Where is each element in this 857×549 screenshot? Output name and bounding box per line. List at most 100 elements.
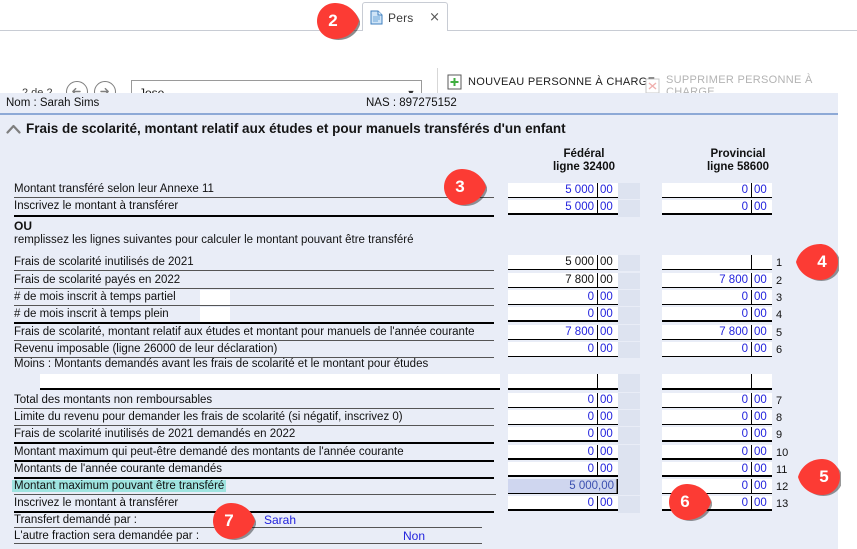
federal-input[interactable]: 0 00: [508, 342, 618, 357]
delete-document-icon: [645, 78, 660, 94]
row-rule: [14, 425, 494, 426]
row-label: Frais de scolarité, montant relatif aux …: [14, 326, 475, 338]
provincial-input[interactable]: 0 00: [662, 393, 772, 408]
provincial-input[interactable]: 0 00: [662, 200, 772, 215]
federal-dollars: 0: [508, 342, 598, 356]
months-box[interactable]: [200, 307, 230, 322]
row-number: 3: [776, 292, 783, 304]
federal-dollars: 0: [508, 307, 598, 320]
federal-dollars: 7 800: [508, 273, 598, 287]
row-label: # de mois inscrit à temps partiel: [14, 291, 176, 303]
provincial-cents: 00: [754, 428, 767, 440]
federal-cents: 00: [600, 274, 613, 286]
federal-dollars: 5 000: [508, 200, 598, 213]
marker-badge-3-label: 3: [455, 177, 465, 196]
federal-input[interactable]: 5 000 00: [508, 255, 618, 270]
row-label: Frais de scolarité inutilisés de 2021: [14, 256, 194, 268]
provincial-dollars: 0: [662, 445, 752, 458]
row-rule: [14, 305, 494, 306]
section-title[interactable]: Frais de scolarité, montant relatif aux …: [6, 121, 566, 136]
row-label: Frais de scolarité inutilisés de 2021 de…: [14, 428, 296, 440]
federal-input[interactable]: 5 000 00: [508, 200, 618, 215]
provincial-cents: 00: [754, 308, 767, 320]
row-label-text: Montant maximum pouvant être transféré: [12, 480, 227, 492]
row-number: 8: [776, 412, 783, 424]
row-label: Inscrivez le montant à transférer: [14, 497, 179, 509]
row-number: 4: [776, 309, 783, 321]
federal-cents: 00: [600, 201, 613, 213]
federal-input[interactable]: 0 00: [508, 496, 618, 511]
federal-input[interactable]: 0 00: [508, 290, 618, 305]
column-gap: [618, 445, 640, 462]
other-fraction-value[interactable]: Non: [403, 529, 425, 543]
provincial-input[interactable]: 0 00: [662, 307, 772, 322]
federal-input[interactable]: 0 00: [508, 410, 618, 425]
column-gap: [618, 273, 640, 289]
row-rule: [14, 442, 494, 444]
federal-input[interactable]: 0 00: [508, 393, 618, 408]
provincial-input[interactable]: 0 00: [662, 462, 772, 477]
tab-pers[interactable]: Pers ×: [362, 2, 448, 32]
moins-federal-blank[interactable]: [508, 374, 618, 390]
federal-input[interactable]: 0 00: [508, 307, 618, 322]
provincial-input[interactable]: [662, 255, 772, 270]
provincial-cents: 00: [754, 184, 767, 196]
row-rule: [14, 270, 494, 271]
federal-input[interactable]: 0 00: [508, 445, 618, 460]
row-number: 7: [776, 395, 783, 407]
federal-cents: 00: [600, 308, 613, 320]
provincial-input[interactable]: 0 00: [662, 342, 772, 357]
federal-input[interactable]: 0 00: [508, 462, 618, 477]
provincial-input[interactable]: 0 00: [662, 445, 772, 460]
federal-dollars: 0: [508, 290, 598, 304]
provincial-cents: 00: [754, 326, 767, 338]
federal-cents: 00: [600, 446, 613, 458]
months-box[interactable]: [200, 290, 230, 305]
federal-dollars: 0: [508, 496, 598, 509]
new-dependant-button[interactable]: NOUVEAU PERSONNE À CHARGE: [447, 74, 655, 90]
provincial-input[interactable]: 0 00: [662, 427, 772, 442]
federal-input[interactable]: 0 00: [508, 427, 618, 442]
federal-input[interactable]: 7 800 00: [508, 325, 618, 340]
federal-input[interactable]: 5 000 00: [508, 183, 618, 198]
column-gap: [618, 427, 640, 444]
row-label: Montant maximum pouvant être transféré: [12, 480, 227, 492]
federal-dollars: 5 000: [508, 255, 598, 269]
column-gap: [618, 255, 640, 271]
row-rule: [14, 543, 482, 544]
taxpayer-name: Nom : Sarah Sims: [6, 97, 100, 109]
federal-input[interactable]: 5 000,00: [508, 479, 618, 494]
provincial-input[interactable]: 0 00: [662, 290, 772, 305]
provincial-cents: 00: [754, 291, 767, 303]
row-number: 5: [776, 327, 783, 339]
federal-cents: 00: [600, 394, 613, 406]
row-number: 6: [776, 344, 783, 356]
federal-cents: 00: [600, 256, 613, 268]
row-rule: [14, 494, 496, 495]
moins-blank-input[interactable]: [40, 374, 500, 390]
federal-input[interactable]: 7 800 00: [508, 273, 618, 288]
provincial-input[interactable]: 0 00: [662, 183, 772, 198]
federal-cents: 00: [600, 428, 613, 440]
provincial-cents: 00: [754, 343, 767, 355]
transfer-claimant-value[interactable]: Sarah: [264, 513, 296, 527]
federal-cents: 00: [600, 497, 613, 509]
provincial-input[interactable]: 7 800 00: [662, 325, 772, 340]
column-header-provincial: Provincial ligne 58600: [662, 148, 814, 174]
row-number: 11: [776, 464, 788, 476]
column-gap: [618, 342, 640, 358]
row-rule: [14, 197, 494, 198]
provincial-input[interactable]: 7 800 00: [662, 273, 772, 288]
marker-badge-2-label: 2: [328, 11, 338, 30]
provincial-dollars: 0: [662, 462, 752, 475]
provincial-cents: 00: [754, 497, 767, 509]
provincial-input[interactable]: 0 00: [662, 410, 772, 425]
column-gap: [618, 393, 640, 409]
column-gap: [618, 374, 640, 392]
close-icon[interactable]: ×: [429, 11, 440, 24]
chevron-up-icon[interactable]: [6, 123, 21, 135]
provincial-dollars: 7 800: [662, 325, 752, 339]
moins-provincial-blank[interactable]: [662, 374, 772, 390]
marker-badge-3: 3: [443, 168, 488, 206]
row-number: 9: [776, 429, 783, 441]
